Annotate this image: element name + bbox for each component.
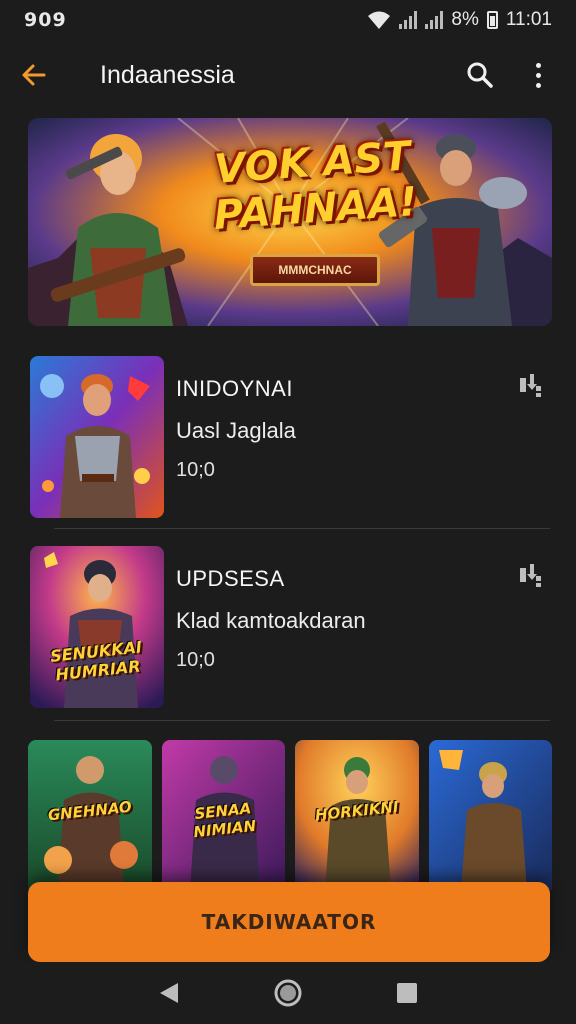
nav-recents-button[interactable] (387, 973, 427, 1013)
game-tile[interactable]: SENAA NIMIAN (161, 740, 285, 890)
game-thumbnail (30, 356, 164, 518)
divider (54, 720, 550, 721)
back-button[interactable] (20, 53, 64, 97)
clock: 11:01 (505, 9, 552, 30)
item-download-button[interactable] (516, 370, 546, 400)
item-title: UPDSESA (176, 566, 285, 591)
search-icon (467, 62, 493, 88)
item-texts: INIDOYNAI Uasl Jaglala 10;0 (176, 376, 296, 482)
game-thumbnail: SENUKKAI HUMRIAR (30, 546, 164, 708)
item-download-button[interactable] (516, 560, 546, 590)
page-title: Indaanessia (100, 60, 235, 89)
banner-title: VOK AST PAHNAA! (201, 132, 427, 239)
triangle-back-icon (160, 983, 179, 1003)
battery-icon (486, 11, 498, 29)
item-subtitle: Klad kamtoakdaran (176, 608, 366, 633)
download-icon (520, 564, 541, 587)
featured-banner[interactable]: VOK AST PAHNAA! MMMCHNAC (28, 118, 552, 326)
item-title: INIDOYNAI (176, 376, 293, 401)
search-button[interactable] (462, 57, 498, 93)
list-item[interactable]: INIDOYNAI Uasl Jaglala 10;0 (28, 356, 550, 522)
game-tiles-row: GNEHNAO SENAA NIMIAN HORKIKNI (28, 740, 552, 890)
thumbnail-artwork (30, 356, 164, 518)
system-nav-bar (0, 962, 576, 1024)
battery-percent: 8% (451, 9, 479, 30)
item-texts: UPDSESA Klad kamtoakdaran 10;0 (176, 566, 366, 672)
status-left-text: 909 (24, 9, 67, 31)
arrow-left-icon (22, 64, 46, 86)
game-tile[interactable]: GNEHNAO (28, 740, 152, 890)
nav-back-button[interactable] (149, 973, 189, 1013)
game-tile[interactable]: HORKIKNI (295, 740, 419, 890)
app-bar: Indaanessia (0, 44, 576, 106)
item-subtitle: Uasl Jaglala (176, 418, 296, 443)
screen: 909 8% 11:01 Indaanessia VOK AST PAHNAA!… (0, 0, 576, 1024)
home-circle-icon (274, 979, 302, 1007)
nav-home-button[interactable] (268, 973, 308, 1013)
more-options-button[interactable] (520, 57, 556, 93)
banner-ribbon: MMMCHNAC (250, 254, 380, 286)
more-vertical-icon (535, 62, 541, 88)
divider (54, 528, 550, 529)
tile-artwork (428, 740, 552, 890)
status-bar: 909 8% 11:01 (0, 0, 576, 40)
wifi-icon (368, 11, 391, 29)
item-meta: 10;0 (176, 459, 215, 481)
signal-icon (399, 11, 418, 29)
download-icon (520, 374, 541, 397)
status-right: 8% 11:01 (367, 9, 552, 31)
app-actions (462, 57, 556, 93)
signal-icon-2 (425, 11, 444, 29)
list-item[interactable]: SENUKKAI HUMRIAR UPDSESA Klad kamtoakdar… (28, 546, 550, 712)
primary-action-button[interactable]: TAKDIWAATOR (28, 882, 550, 962)
item-meta: 10;0 (176, 649, 215, 671)
square-recents-icon (396, 983, 417, 1003)
game-tile[interactable] (428, 740, 552, 890)
